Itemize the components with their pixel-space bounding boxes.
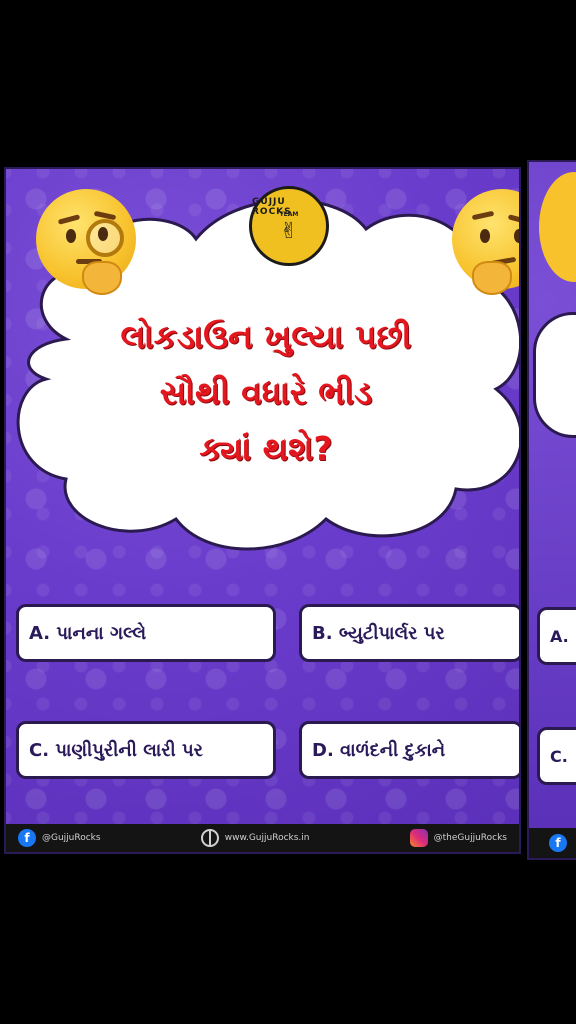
option-d-button[interactable]: D. વાળંદની દુકાને xyxy=(299,721,519,779)
instagram-link[interactable]: @theGujjuRocks xyxy=(409,829,507,847)
next-option-a-label: A. xyxy=(550,626,569,646)
question-line-2: સૌથી વધારે ભીડ xyxy=(159,373,373,412)
question-text: લોકડાઉન ખુલ્યા પછી સૌથી વધારે ભીડ ક્યાં … xyxy=(66,309,466,477)
gujju-rocks-logo: GUJJU ROCKS TEAM ✌ xyxy=(249,186,329,266)
footer-bar: f @GujjuRocks www.GujjuRocks.in @theGujj… xyxy=(6,824,519,852)
option-c-label: C. પાણીપુરીની લારી પર xyxy=(29,739,203,761)
question-line-1: લોકડાઉન ખુલ્યા પછી xyxy=(120,317,412,356)
option-a-label: A. પાનના ગલ્લે xyxy=(29,622,147,644)
next-footer: f xyxy=(529,828,576,858)
monocle-face-icon xyxy=(36,189,136,295)
logo-subtext: TEAM xyxy=(279,211,299,218)
rock-hand-icon: ✌ xyxy=(279,218,299,244)
facebook-handle: @GujjuRocks xyxy=(42,833,101,843)
next-quiz-card-peek[interactable]: A. C. f xyxy=(527,160,576,860)
option-d-label: D. વાળંદની દુકાને xyxy=(312,739,446,761)
facebook-icon: f xyxy=(18,829,36,847)
globe-icon xyxy=(200,829,219,847)
website-link[interactable]: www.GujjuRocks.in xyxy=(200,829,310,847)
option-b-button[interactable]: B. બ્યુટીપાર્લર પર xyxy=(299,604,519,662)
quiz-card: GUJJU ROCKS TEAM ✌ લોકડાઉન ખુલ્યા પછી સૌ… xyxy=(4,167,521,854)
website-url: www.GujjuRocks.in xyxy=(224,833,310,843)
next-option-c-label: C. xyxy=(550,746,568,766)
next-option-c[interactable]: C. xyxy=(537,727,576,785)
option-c-button[interactable]: C. પાણીપુરીની લારી પર xyxy=(16,721,276,779)
instagram-icon xyxy=(409,829,428,847)
next-option-a[interactable]: A. xyxy=(537,607,576,665)
facebook-link[interactable]: f @GujjuRocks xyxy=(18,829,101,847)
instagram-handle: @theGujjuRocks xyxy=(433,833,507,843)
question-line-3: ક્યાં થશે? xyxy=(199,429,333,468)
next-emoji-icon xyxy=(539,172,576,282)
next-facebook-icon: f xyxy=(549,834,567,852)
option-b-label: B. બ્યુટીપાર્લર પર xyxy=(312,622,445,644)
next-cloud xyxy=(533,312,576,438)
option-a-button[interactable]: A. પાનના ગલ્લે xyxy=(16,604,276,662)
